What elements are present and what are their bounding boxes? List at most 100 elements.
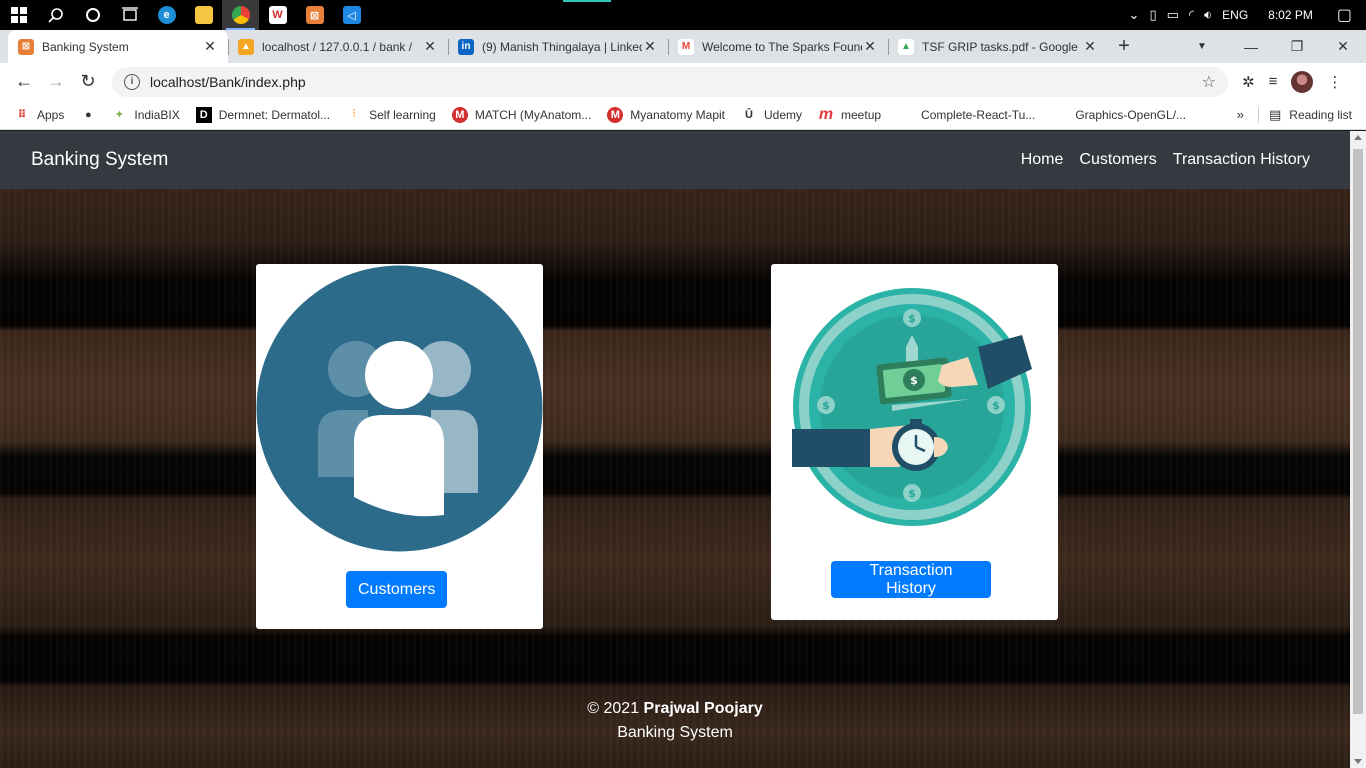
tab-google-drive[interactable]: ▲ TSF GRIP tasks.pdf - Google D ✕ xyxy=(888,30,1108,63)
gmail-favicon-icon: M xyxy=(678,38,694,55)
chrome-menu-icon[interactable]: ⋮ xyxy=(1327,73,1342,91)
language-indicator[interactable]: ENG xyxy=(1222,8,1248,22)
edge-app-icon[interactable]: e xyxy=(148,0,185,30)
wps-office-icon[interactable]: W xyxy=(259,0,296,30)
bookmark-label: MATCH (MyAnatom... xyxy=(474,107,592,122)
reload-icon[interactable]: ↻ xyxy=(72,66,104,98)
address-bar[interactable]: i localhost/Bank/index.php ☆ xyxy=(112,66,1228,97)
windows-taskbar: e W ⊠ ◁ ⌄ ▯ ▭ ◜ 🔉︎ ENG 8:02 PM ▢ xyxy=(0,0,1366,30)
tab-label: Welcome to The Sparks Found xyxy=(702,39,862,54)
xampp-favicon-icon: ⊠ xyxy=(18,38,34,55)
site-info-icon[interactable]: i xyxy=(124,73,140,90)
tab-phpmyadmin[interactable]: ▲ localhost / 127.0.0.1 / bank / ✕ xyxy=(228,30,448,63)
scroll-down-arrow-icon[interactable] xyxy=(1354,759,1362,764)
usb-device-icon[interactable]: ▯ xyxy=(1149,7,1156,23)
minimize-icon[interactable]: — xyxy=(1228,39,1274,55)
task-view-icon[interactable] xyxy=(111,0,148,30)
tab-label: TSF GRIP tasks.pdf - Google D xyxy=(922,39,1082,54)
customers-button[interactable]: Customers xyxy=(346,571,447,608)
money-transfer-illustration-icon: $ $ $ $ $ xyxy=(792,288,1032,526)
chevron-up-icon[interactable]: ⌄ xyxy=(1129,7,1140,23)
notifications-icon[interactable]: ▢ xyxy=(1337,5,1352,25)
svg-text:$: $ xyxy=(822,399,830,412)
bookmark-indiabix[interactable]: ✦ IndiaBIX xyxy=(111,107,180,123)
tab-gmail[interactable]: M Welcome to The Sparks Found ✕ xyxy=(668,30,888,63)
page-scrollbar[interactable] xyxy=(1350,131,1366,768)
site-nav-links: Home Customers Transaction History xyxy=(1021,151,1310,169)
tab-label: Banking System xyxy=(42,39,129,54)
url-text[interactable]: localhost/Bank/index.php xyxy=(150,74,1202,90)
tab-banking-system[interactable]: ⊠ Banking System ✕ xyxy=(8,30,228,63)
nav-home[interactable]: Home xyxy=(1021,151,1064,169)
vscode-icon[interactable]: ◁ xyxy=(333,0,370,30)
bookmark-globe[interactable]: ● xyxy=(80,107,103,123)
reading-list-icon: ▤ xyxy=(1269,106,1282,122)
nav-transaction-history[interactable]: Transaction History xyxy=(1173,151,1310,169)
tab-label: (9) Manish Thingalaya | Linked xyxy=(482,39,642,54)
clock[interactable]: 8:02 PM xyxy=(1268,8,1313,22)
file-explorer-icon[interactable] xyxy=(185,0,222,30)
bookmark-myanatomy-mapit[interactable]: M Myanatomy Mapit xyxy=(607,106,725,123)
close-icon[interactable]: ✕ xyxy=(1082,38,1098,55)
bookmark-self-learning[interactable]: ⫶ Self learning xyxy=(346,107,436,123)
restore-icon[interactable]: ❐ xyxy=(1274,38,1320,55)
xampp-icon[interactable]: ⊠ xyxy=(296,0,333,30)
bookmark-label: Self learning xyxy=(369,107,436,122)
bookmark-dermnet[interactable]: D Dermnet: Dermatol... xyxy=(195,106,331,123)
bookmark-graphics-opengl[interactable]: Graphics-OpenGL/... xyxy=(1075,108,1186,122)
bookmark-label: Complete-React-Tu... xyxy=(921,107,1036,122)
bookmark-star-icon[interactable]: ☆ xyxy=(1202,72,1216,92)
nav-customers[interactable]: Customers xyxy=(1079,151,1156,169)
back-arrow-icon[interactable]: ← xyxy=(8,66,40,98)
bookmark-meetup[interactable]: m meetup xyxy=(818,106,881,123)
myanatomy-icon: M xyxy=(607,106,624,123)
customers-card: Customers xyxy=(256,264,543,629)
forward-arrow-icon[interactable]: → xyxy=(40,66,72,98)
transaction-history-button[interactable]: Transaction History xyxy=(831,561,991,598)
close-icon[interactable]: ✕ xyxy=(202,38,218,55)
tab-linkedin[interactable]: in (9) Manish Thingalaya | Linked ✕ xyxy=(448,30,668,63)
window-close-icon[interactable]: ✕ xyxy=(1320,38,1366,55)
bookmark-label: Apps xyxy=(37,107,65,122)
battery-icon[interactable]: ▭ xyxy=(1167,7,1179,23)
volume-icon[interactable]: 🔉︎ xyxy=(1204,7,1212,23)
bookmark-match[interactable]: M MATCH (MyAnatom... xyxy=(451,106,592,123)
extensions-puzzle-icon[interactable]: ✲ xyxy=(1242,73,1255,91)
scroll-up-arrow-icon[interactable] xyxy=(1354,135,1362,140)
cortana-icon[interactable] xyxy=(74,0,111,30)
bookmarks-bar: ⠿ Apps ● ✦ IndiaBIX D Dermnet: Dermatol... … xyxy=(0,100,1366,130)
svg-text:$: $ xyxy=(908,312,916,325)
bookmark-react-tutorial[interactable]: Complete-React-Tu... xyxy=(921,108,1035,122)
site-brand[interactable]: Banking System xyxy=(31,149,168,171)
chrome-app-icon[interactable] xyxy=(222,0,259,30)
bookmark-udemy[interactable]: Û Udemy xyxy=(741,107,802,123)
transaction-history-card: $ $ $ $ $ Transaction History xyxy=(771,264,1058,620)
wifi-icon[interactable]: ◜ xyxy=(1189,7,1194,23)
dermnet-icon: D xyxy=(195,106,212,123)
bookmark-label: Myanatomy Mapit xyxy=(630,107,725,122)
bookmark-label: Udemy xyxy=(764,107,803,122)
bookmark-apps[interactable]: ⠿ Apps xyxy=(14,107,65,123)
new-tab-button[interactable]: + xyxy=(1108,30,1140,63)
site-navbar: Banking System Home Customers Transactio… xyxy=(0,131,1350,189)
close-icon[interactable]: ✕ xyxy=(862,38,878,55)
svg-text:$: $ xyxy=(910,374,918,387)
scrollbar-thumb[interactable] xyxy=(1353,149,1363,714)
bookmarks-overflow-chevron-icon[interactable]: » xyxy=(1237,107,1244,122)
close-icon[interactable]: ✕ xyxy=(642,38,658,55)
profile-avatar[interactable] xyxy=(1291,70,1314,93)
footer-copyright: © 2021 Prajwal Poojary xyxy=(0,697,1350,721)
svg-text:$: $ xyxy=(992,399,1000,412)
media-playlist-icon[interactable]: ≡ xyxy=(1269,73,1278,90)
globe-icon: ● xyxy=(85,108,92,121)
bookmark-label: Dermnet: Dermatol... xyxy=(218,107,331,122)
close-icon[interactable]: ✕ xyxy=(422,38,438,55)
reading-list-button[interactable]: ▤ Reading list xyxy=(1258,106,1352,123)
indiabix-icon: ✦ xyxy=(114,109,124,121)
windows-start-icon[interactable] xyxy=(0,0,37,30)
search-icon[interactable] xyxy=(37,0,74,30)
tab-search-icon[interactable]: ▼ xyxy=(1190,35,1214,59)
taskbar-accent xyxy=(563,0,611,2)
footer-author: Prajwal Poojary xyxy=(643,700,763,717)
udemy-icon: Û xyxy=(745,108,753,121)
